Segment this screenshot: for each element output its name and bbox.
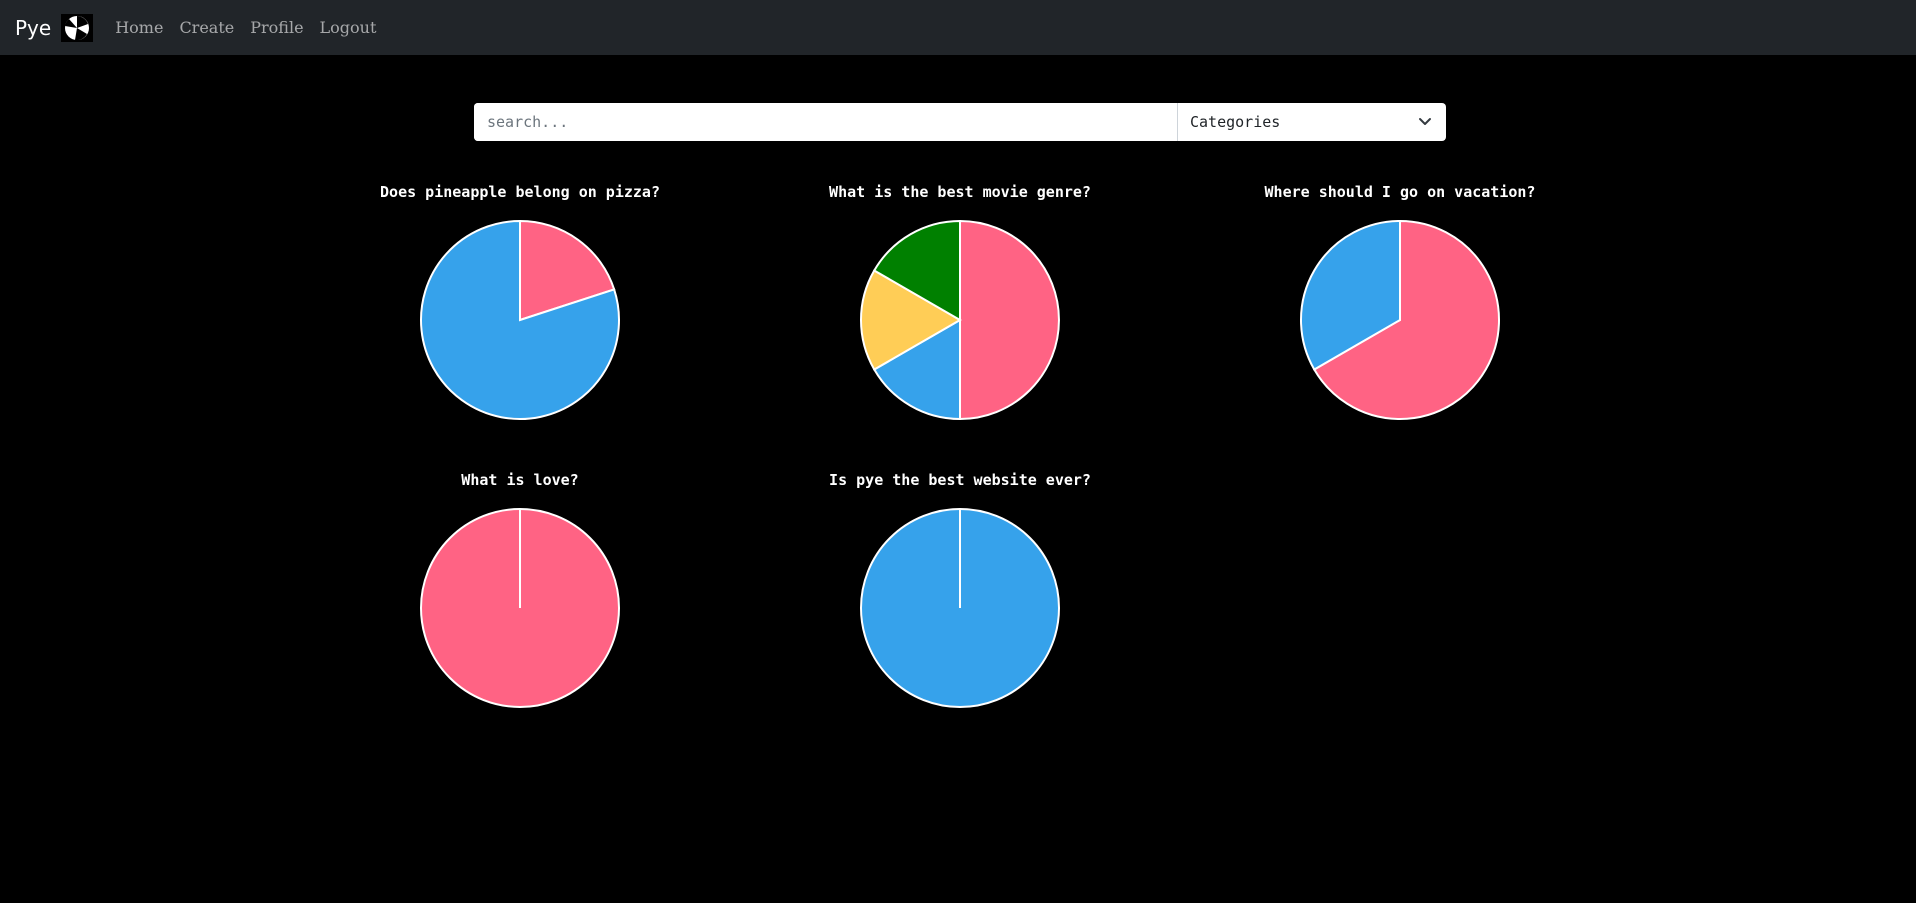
poll-card[interactable]: Is pye the best website ever? <box>740 470 1180 709</box>
nav-create[interactable]: Create <box>179 18 234 37</box>
pie-slice[interactable] <box>959 219 1060 421</box>
poll-title[interactable]: Is pye the best website ever? <box>740 470 1180 490</box>
chevron-down-icon <box>1419 118 1431 125</box>
category-select[interactable]: Categories <box>1178 103 1446 141</box>
poll-card[interactable]: What is the best movie genre? <box>740 182 1180 421</box>
nav-profile[interactable]: Profile <box>250 18 303 37</box>
brand-link[interactable]: Pye <box>15 13 94 42</box>
poll-title[interactable]: Where should I go on vacation? <box>1180 182 1620 202</box>
poll-title[interactable]: What is love? <box>300 470 740 490</box>
pie-chart[interactable] <box>1299 219 1501 421</box>
pie-chart[interactable] <box>859 507 1061 709</box>
pie-logo-icon <box>61 13 94 42</box>
poll-title[interactable]: What is the best movie genre? <box>740 182 1180 202</box>
search-input[interactable] <box>474 103 1178 141</box>
poll-card[interactable]: Does pineapple belong on pizza? <box>300 182 740 421</box>
brand-name: Pye <box>15 15 52 40</box>
pie-chart[interactable] <box>419 507 621 709</box>
pie-chart[interactable] <box>419 219 621 421</box>
category-select-value: Categories <box>1190 113 1281 131</box>
search-bar: Categories <box>474 103 1446 141</box>
poll-card[interactable]: What is love? <box>300 470 740 709</box>
poll-card[interactable]: Where should I go on vacation? <box>1180 182 1620 421</box>
poll-title[interactable]: Does pineapple belong on pizza? <box>300 182 740 202</box>
navbar: Pye Home Create Profile Logout <box>0 0 1916 55</box>
nav-logout[interactable]: Logout <box>320 18 377 37</box>
nav-home[interactable]: Home <box>115 18 163 37</box>
pie-chart[interactable] <box>859 219 1061 421</box>
